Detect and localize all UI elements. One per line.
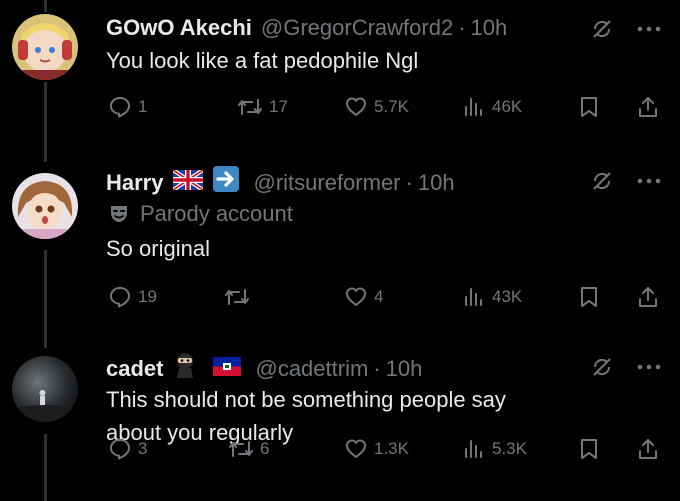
grok-icon[interactable]	[591, 356, 613, 378]
like-count: 5.7K	[374, 97, 409, 116]
views-icon	[465, 440, 482, 458]
grok-icon[interactable]	[591, 18, 613, 40]
retweet-button[interactable]	[224, 283, 256, 311]
bookmark-button[interactable]	[578, 435, 600, 463]
parody-label-text: Parody account	[140, 201, 293, 226]
separator-dot: ·	[405, 169, 413, 195]
bookmark-icon	[581, 439, 597, 459]
share-button[interactable]	[636, 435, 660, 463]
timestamp[interactable]: 10h	[418, 169, 455, 197]
bookmark-button[interactable]	[578, 283, 600, 311]
avatar[interactable]	[12, 173, 78, 239]
reply-button[interactable]: 3	[108, 435, 147, 463]
share-icon	[639, 287, 657, 307]
views-button[interactable]: 43K	[462, 283, 522, 311]
views-icon	[465, 98, 482, 116]
view-count: 5.3K	[492, 439, 527, 458]
reply-text: So original	[106, 236, 210, 261]
retweet-button[interactable]: 6	[228, 435, 269, 463]
reply-text-line: This should not be something people say	[106, 387, 506, 412]
right-arrow-icon	[213, 166, 240, 199]
retweet-icon	[229, 441, 253, 457]
grok-icon[interactable]	[591, 170, 613, 192]
reply-button[interactable]: 1	[108, 93, 147, 121]
share-icon	[639, 439, 657, 459]
views-button[interactable]: 46K	[462, 93, 522, 121]
reply-count: 1	[138, 97, 148, 116]
reply-icon	[110, 439, 130, 460]
action-bar: 3 6 1.3K 5.3K	[0, 435, 680, 463]
ninja-icon	[173, 352, 197, 385]
share-button[interactable]	[636, 283, 660, 311]
separator-dot: ·	[373, 355, 381, 381]
reply-header: Harry @ritsureformer · 10h	[106, 166, 455, 199]
heart-icon	[346, 97, 366, 116]
parody-label: Parody account	[108, 200, 293, 228]
like-button[interactable]: 5.7K	[344, 93, 409, 121]
reply-header: GOwO Akechi @GregorCrawford2 · 10h	[106, 14, 507, 42]
user-handle[interactable]: @GregorCrawford2	[261, 14, 453, 42]
timestamp[interactable]: 10h	[471, 14, 508, 42]
user-handle[interactable]: @cadettrim	[255, 355, 368, 383]
bookmark-icon	[581, 287, 597, 307]
display-name[interactable]: GOwO Akechi	[106, 14, 252, 42]
display-name[interactable]: Harry	[106, 169, 163, 197]
share-icon	[639, 97, 657, 117]
reply-header: cadet @cadettrim · 10h	[106, 352, 422, 385]
avatar[interactable]	[12, 356, 78, 422]
haiti-flag-icon	[213, 355, 242, 383]
retweet-icon	[225, 289, 249, 305]
like-count: 4	[374, 287, 384, 306]
bookmark-icon	[581, 97, 597, 117]
views-icon	[465, 288, 482, 306]
view-count: 43K	[492, 287, 523, 306]
action-bar: 19 4 43K	[0, 283, 680, 311]
like-button[interactable]: 1.3K	[344, 435, 409, 463]
more-options-icon[interactable]	[636, 176, 662, 186]
heart-icon	[346, 439, 366, 458]
reply-text: You look like a fat pedophile Ngl	[106, 48, 419, 73]
reply-count: 19	[138, 287, 157, 306]
thread-line-top	[44, 0, 47, 12]
retweet-count: 17	[269, 97, 288, 116]
reply-icon	[110, 287, 130, 308]
reply-count: 3	[138, 439, 148, 458]
separator-dot: ·	[458, 15, 466, 40]
share-button[interactable]	[636, 93, 660, 121]
heart-icon	[346, 287, 366, 306]
bookmark-button[interactable]	[578, 93, 600, 121]
like-count: 1.3K	[374, 439, 409, 458]
display-name[interactable]: cadet	[106, 355, 163, 383]
like-button[interactable]: 4	[344, 283, 383, 311]
user-handle[interactable]: @ritsureformer	[253, 169, 400, 197]
retweet-count: 6	[260, 439, 270, 458]
view-count: 46K	[492, 97, 523, 116]
reply-button[interactable]: 19	[108, 283, 157, 311]
timestamp[interactable]: 10h	[386, 355, 423, 383]
more-options-icon[interactable]	[636, 24, 662, 34]
action-bar: 1 17 5.7K 46K	[0, 93, 680, 121]
more-options-icon[interactable]	[636, 362, 662, 372]
retweet-icon	[238, 99, 262, 115]
parody-mask-icon	[111, 206, 127, 222]
avatar[interactable]	[12, 14, 78, 80]
uk-flag-icon	[172, 167, 205, 197]
reply-icon	[110, 97, 130, 118]
retweet-button[interactable]: 17	[237, 93, 288, 121]
views-button[interactable]: 5.3K	[462, 435, 527, 463]
